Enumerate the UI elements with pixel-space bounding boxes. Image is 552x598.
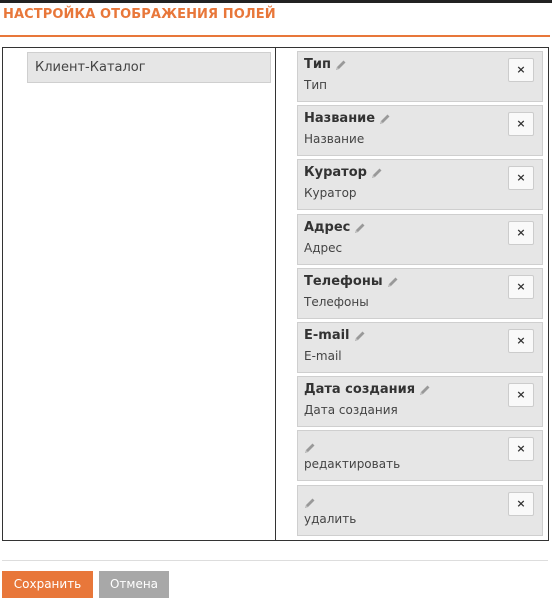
field-subtitle: Название: [304, 132, 365, 146]
field-subtitle: Телефоны: [304, 295, 369, 309]
field-title-text: Куратор: [304, 165, 367, 180]
top-border: [0, 0, 552, 3]
close-icon[interactable]: ×: [508, 383, 534, 407]
pencil-icon[interactable]: [354, 330, 366, 342]
pencil-icon[interactable]: [354, 222, 366, 234]
field-title-text: Название: [304, 111, 376, 126]
close-icon[interactable]: ×: [508, 329, 534, 353]
field-title: Дата создания: [304, 382, 431, 397]
field-item[interactable]: удалить ×: [297, 485, 543, 536]
field-subtitle: удалить: [304, 512, 357, 526]
footer-divider: [2, 560, 548, 561]
pencil-icon[interactable]: [387, 276, 399, 288]
field-title-text: Тип: [304, 57, 331, 72]
pencil-icon[interactable]: [379, 113, 391, 125]
field-subtitle: редактировать: [304, 457, 401, 471]
field-title-text: Дата создания: [304, 382, 416, 397]
panel-divider: [275, 48, 276, 540]
pencil-icon[interactable]: [371, 167, 383, 179]
field-title: Телефоны: [304, 274, 399, 289]
field-title-text: Телефоны: [304, 274, 383, 289]
close-icon[interactable]: ×: [508, 112, 534, 136]
title-underline: [0, 35, 550, 37]
pencil-icon[interactable]: [304, 439, 316, 453]
field-item[interactable]: E-mail E-mail ×: [297, 322, 543, 373]
pencil-icon[interactable]: [335, 59, 347, 71]
field-item[interactable]: Тип Тип ×: [297, 51, 543, 102]
field-title-text: Адрес: [304, 220, 351, 235]
field-subtitle: Куратор: [304, 186, 357, 200]
close-icon[interactable]: ×: [508, 58, 534, 82]
field-title: Тип: [304, 57, 347, 72]
field-item[interactable]: Дата создания Дата создания ×: [297, 376, 543, 427]
pencil-icon[interactable]: [304, 494, 316, 508]
field-subtitle: Тип: [304, 78, 327, 92]
left-list-item[interactable]: Клиент-Каталог: [27, 52, 271, 83]
close-icon[interactable]: ×: [508, 221, 534, 245]
field-item[interactable]: Название Название ×: [297, 105, 543, 156]
cancel-button[interactable]: Отмена: [99, 571, 169, 598]
field-title-text: E-mail: [304, 328, 350, 343]
field-subtitle: E-mail: [304, 349, 342, 363]
field-item[interactable]: редактировать ×: [297, 430, 543, 481]
field-subtitle: Адрес: [304, 241, 343, 255]
field-title: Куратор: [304, 165, 383, 180]
save-button[interactable]: Сохранить: [2, 571, 93, 598]
field-title: Название: [304, 111, 391, 126]
field-item[interactable]: Куратор Куратор ×: [297, 159, 543, 210]
close-icon[interactable]: ×: [508, 437, 534, 461]
field-title: Адрес: [304, 220, 366, 235]
close-icon[interactable]: ×: [508, 166, 534, 190]
pencil-icon[interactable]: [419, 384, 431, 396]
close-icon[interactable]: ×: [508, 275, 534, 299]
field-subtitle: Дата создания: [304, 403, 398, 417]
field-item[interactable]: Телефоны Телефоны ×: [297, 268, 543, 319]
page-title: НАСТРОЙКА ОТОБРАЖЕНИЯ ПОЛЕЙ: [3, 7, 276, 22]
field-title: E-mail: [304, 328, 366, 343]
field-item[interactable]: Адрес Адрес ×: [297, 214, 543, 265]
close-icon[interactable]: ×: [508, 492, 534, 516]
